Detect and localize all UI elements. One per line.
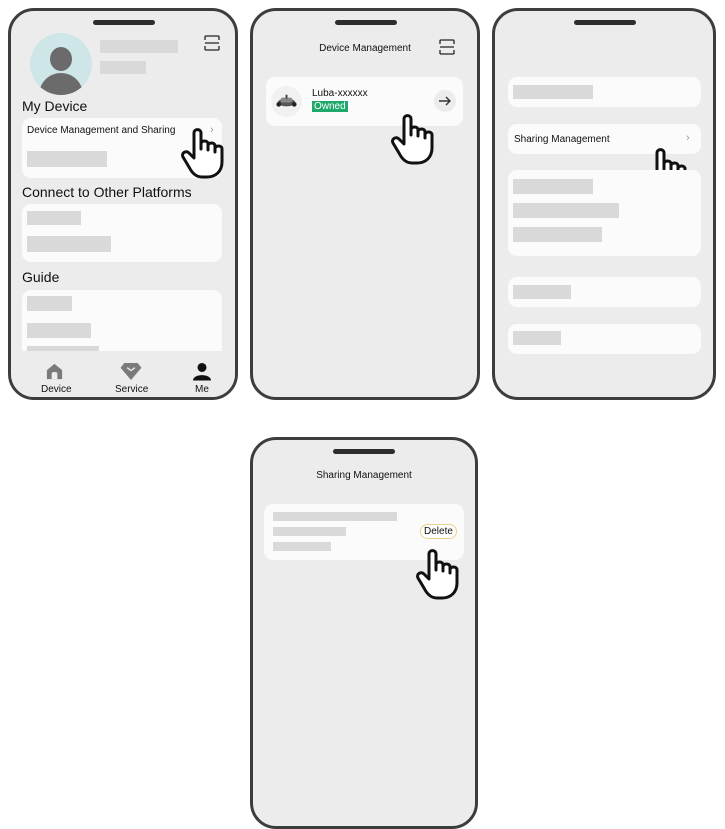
guide-placeholder [27,323,91,338]
tab-me-label: Me [195,384,209,395]
phone-screen-me: My Device Device Management and Sharing … [8,8,238,400]
device-management-sharing-item[interactable]: Device Management and Sharing [27,125,175,136]
connect-platforms-card [22,204,222,262]
pointing-hand-icon [391,114,434,165]
settings-card [508,77,701,107]
settings-placeholder [513,85,593,99]
arrow-right-icon [439,96,451,106]
tab-device[interactable]: Device [33,351,77,395]
menu-placeholder [27,151,107,167]
guide-card [22,290,222,358]
phone-screen-device-settings: Sharing Management › [492,8,716,400]
settings-card [508,324,701,354]
device-status-badge: Owned [312,101,348,112]
device-name: Luba-xxxxxx [312,88,368,99]
user-placeholder [273,512,397,521]
tab-device-label: Device [41,384,72,395]
scan-icon[interactable] [204,35,220,51]
chevron-right-icon: › [686,132,690,144]
platform-placeholder [27,211,81,225]
section-my-device: My Device [22,98,88,114]
tab-service-label: Service [115,384,149,395]
tab-me[interactable]: Me [187,351,223,395]
user-placeholder [273,527,346,536]
phone-screen-sharing-management: Sharing Management Delete [250,437,478,829]
home-icon [46,363,63,380]
pointing-hand-icon [416,549,459,600]
phone-notch [333,449,395,454]
section-guide: Guide [22,269,60,285]
settings-card [508,277,701,307]
phone-notch [335,20,397,25]
section-connect-platforms: Connect to Other Platforms [22,184,192,200]
diamond-icon [120,362,142,381]
settings-placeholder [513,203,619,218]
pointing-hand-icon [181,128,224,179]
phone-screen-device-management: Device Management Luba-xxxxxx Owned [250,8,480,400]
bottom-tab-bar: Device Service Me [11,351,235,397]
platform-placeholder [27,236,111,252]
phone-notch [574,20,636,25]
device-thumbnail [271,86,302,117]
scan-icon[interactable] [439,39,455,55]
avatar-body [39,73,83,95]
delete-button[interactable]: Delete [420,524,457,539]
user-placeholder [273,542,331,551]
settings-placeholder [513,285,571,299]
settings-placeholder [513,331,561,345]
person-icon [193,362,211,381]
avatar[interactable] [30,33,92,95]
robot-mower-icon [276,94,297,107]
sharing-management-label: Sharing Management [514,134,610,145]
page-title: Sharing Management [316,470,412,481]
settings-card [508,170,701,256]
userinfo-placeholder [100,61,146,74]
avatar-head [50,47,72,71]
tab-service[interactable]: Service [107,351,155,395]
settings-placeholder [513,227,602,242]
username-placeholder [100,40,178,53]
device-open-button[interactable] [434,90,456,112]
phone-notch [93,20,155,25]
guide-placeholder [27,296,72,311]
settings-placeholder [513,179,593,194]
